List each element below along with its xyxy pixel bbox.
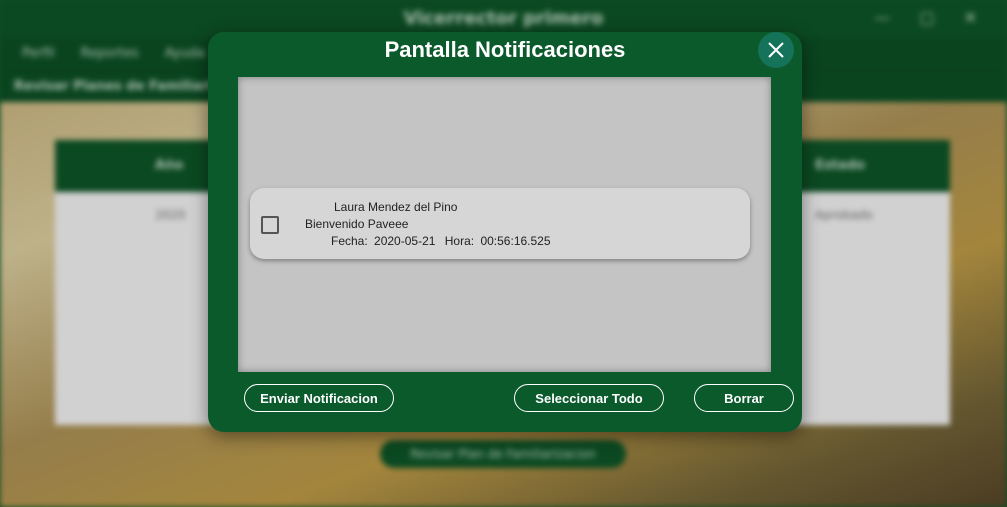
notification-item[interactable]: Laura Mendez del Pino Bienvenido Paveee …: [250, 188, 750, 259]
time-label: Hora:: [444, 234, 475, 248]
notification-checkbox[interactable]: [261, 216, 279, 234]
date-label: Fecha:: [331, 234, 368, 248]
close-button[interactable]: [758, 32, 794, 68]
date-value: 2020-05-21: [374, 234, 436, 248]
notification-message: Bienvenido Paveee: [305, 217, 409, 231]
notification-meta: Fecha: 2020-05-21 Hora: 00:56:16.525: [331, 234, 551, 248]
notifications-list[interactable]: Laura Mendez del Pino Bienvenido Paveee …: [238, 77, 771, 372]
time-value: 00:56:16.525: [480, 234, 551, 248]
notification-sender: Laura Mendez del Pino: [334, 200, 458, 214]
delete-button[interactable]: Borrar: [694, 384, 794, 412]
send-notification-button[interactable]: Enviar Notificacion: [244, 384, 394, 412]
notifications-dialog: Pantalla Notificaciones Laura Mendez del…: [208, 32, 802, 432]
select-all-button[interactable]: Seleccionar Todo: [514, 384, 664, 412]
close-icon: [768, 42, 784, 58]
dialog-title: Pantalla Notificaciones: [384, 37, 626, 62]
